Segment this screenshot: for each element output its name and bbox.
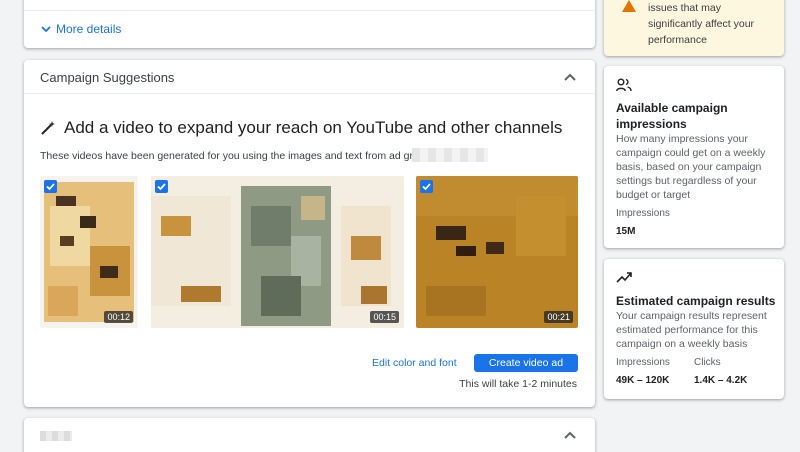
- video-duration: 00:21: [544, 311, 573, 323]
- subtext: These videos have been generated for you…: [40, 150, 431, 162]
- video-thumbnail-2[interactable]: 00:15: [151, 176, 404, 328]
- magic-wand-icon: [41, 121, 55, 135]
- time-note: This will take 1-2 minutes: [459, 378, 577, 390]
- chevron-down-icon: [41, 26, 51, 33]
- divider: [24, 10, 595, 11]
- campaign-suggestions-card: Campaign Suggestions Add a video to expa…: [24, 60, 595, 407]
- chevron-up-icon[interactable]: [563, 428, 577, 442]
- impressions-value: 15M: [616, 226, 636, 237]
- people-icon: [616, 78, 632, 92]
- results-card-title: Estimated campaign results: [616, 294, 776, 308]
- results-impressions-value: 49K – 120K: [616, 375, 670, 386]
- warning-card: issues that may significantly affect you…: [604, 0, 784, 56]
- impressions-card-title: Available campaign impressions: [616, 101, 728, 131]
- warning-text: issues that may significantly affect you…: [648, 2, 755, 46]
- ad-group-name-redacted: [412, 148, 488, 162]
- more-details-label: More details: [56, 22, 122, 36]
- video-3-checkbox[interactable]: [420, 180, 433, 193]
- headline-row: Add a video to expand your reach on YouT…: [40, 118, 562, 138]
- results-card-description: Your campaign results represent estimate…: [616, 310, 767, 350]
- checkmark-icon: [422, 183, 431, 191]
- headline: Add a video to expand your reach on YouT…: [64, 118, 563, 137]
- video-1-checkbox[interactable]: [44, 180, 57, 193]
- create-video-ad-button[interactable]: Create video ad: [474, 354, 578, 372]
- warning-icon: [622, 0, 636, 12]
- video-duration: 00:12: [104, 311, 133, 323]
- card-header[interactable]: Campaign Suggestions: [24, 60, 595, 94]
- estimated-results-card: Estimated campaign results Your campaign…: [604, 259, 784, 399]
- impressions-label: Impressions: [616, 208, 670, 219]
- available-impressions-card: Available campaign impressions How many …: [604, 66, 784, 248]
- video-thumbnail-1[interactable]: 00:12: [40, 176, 138, 328]
- checkmark-icon: [157, 183, 166, 191]
- trending-up-icon: [616, 272, 632, 283]
- results-clicks-label: Clicks: [694, 357, 721, 368]
- results-clicks-value: 1.4K – 4.2K: [694, 375, 748, 386]
- card-title-redacted: [40, 431, 72, 441]
- collapsed-card[interactable]: [24, 418, 595, 452]
- checkmark-icon: [46, 183, 55, 191]
- chevron-up-icon[interactable]: [563, 70, 577, 84]
- more-details-link[interactable]: More details: [40, 22, 121, 36]
- edit-color-font-link[interactable]: Edit color and font: [372, 357, 457, 369]
- video-thumbnail-3[interactable]: 00:21: [416, 176, 578, 328]
- results-impressions-label: Impressions: [616, 357, 670, 368]
- details-card: More details: [24, 0, 595, 48]
- card-title: Campaign Suggestions: [40, 70, 175, 85]
- impressions-card-description: How many impressions your campaign could…: [616, 133, 766, 201]
- video-2-checkbox[interactable]: [155, 180, 168, 193]
- video-duration: 00:15: [370, 311, 399, 323]
